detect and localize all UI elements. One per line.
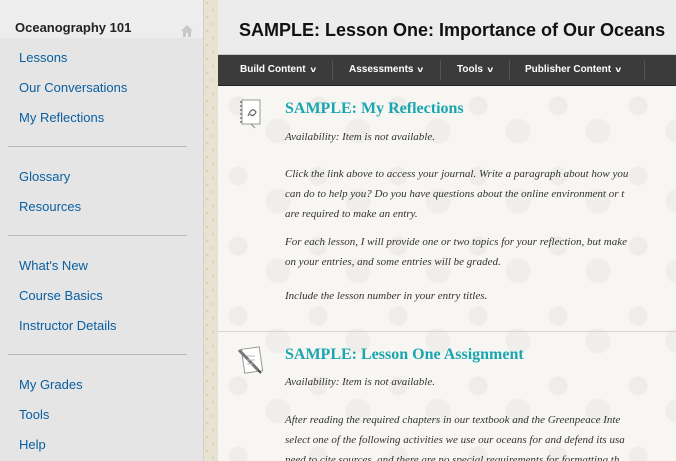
- course-menu: Oceanography 101 Lessons Our Conversatio…: [0, 0, 204, 461]
- tools-label: Tools: [457, 64, 483, 75]
- chevron-down-icon: v: [309, 65, 316, 74]
- item-description-line: For each lesson, I will provide one or t…: [285, 236, 627, 248]
- assignment-icon: [237, 346, 264, 374]
- page-header: SAMPLE: Lesson One: Importance of Our Oc…: [218, 0, 676, 55]
- sidebar-item-help[interactable]: Help: [19, 437, 46, 452]
- item-description-line: select one of the following activities w…: [285, 434, 625, 446]
- publisher-content-button[interactable]: Publisher Content v: [525, 55, 621, 85]
- build-content-label: Build Content: [240, 64, 306, 75]
- home-icon[interactable]: [180, 24, 194, 38]
- action-bar: Build Content v Assessments v Tools v Publi…: [218, 55, 676, 86]
- item-description-line: need to cite sources, and there are no s…: [285, 454, 620, 461]
- toolbar-separator: [332, 60, 333, 80]
- journal-icon: [240, 99, 261, 129]
- availability-text: Availability: Item is not available.: [285, 376, 435, 388]
- course-header: Oceanography 101: [0, 0, 203, 38]
- content-area: SAMPLE: My Reflections Availability: Ite…: [218, 86, 676, 461]
- sidebar-item-resources[interactable]: Resources: [19, 199, 81, 214]
- toolbar-separator: [644, 60, 645, 80]
- sidebar-item-tools[interactable]: Tools: [19, 407, 49, 422]
- sidebar-item-my-grades[interactable]: My Grades: [19, 377, 83, 392]
- toolbar-separator: [440, 60, 441, 80]
- item-description-line: on your entries, and some entries will b…: [285, 256, 501, 268]
- chevron-down-icon: v: [487, 65, 494, 74]
- publisher-content-label: Publisher Content: [525, 64, 612, 75]
- nav-divider: [8, 235, 187, 236]
- tools-button[interactable]: Tools v: [457, 55, 494, 85]
- sidebar-item-instructor-details[interactable]: Instructor Details: [19, 318, 117, 333]
- chevron-down-icon: v: [615, 65, 622, 74]
- item-description-line: Click the link above to access your jour…: [285, 168, 629, 180]
- assessments-button[interactable]: Assessments v: [349, 55, 424, 85]
- sidebar-item-glossary[interactable]: Glossary: [19, 169, 70, 184]
- availability-text: Availability: Item is not available.: [285, 131, 435, 143]
- nav-divider: [8, 354, 187, 355]
- assessments-label: Assessments: [349, 64, 414, 75]
- item-description-line: After reading the required chapters in o…: [285, 414, 621, 426]
- sidebar-item-course-basics[interactable]: Course Basics: [19, 288, 103, 303]
- item-divider: [218, 331, 676, 332]
- nav-divider: [8, 146, 187, 147]
- item-description-line: are required to make an entry.: [285, 208, 418, 220]
- page-title: SAMPLE: Lesson One: Importance of Our Oc…: [239, 20, 666, 40]
- sidebar-item-our-conversations[interactable]: Our Conversations: [19, 80, 127, 95]
- item-description-line: can do to help you? Do you have question…: [285, 188, 625, 200]
- chevron-down-icon: v: [417, 65, 424, 74]
- sidebar-item-lessons[interactable]: Lessons: [19, 50, 67, 65]
- sidebar-item-my-reflections[interactable]: My Reflections: [19, 110, 104, 125]
- course-title[interactable]: Oceanography 101: [15, 20, 131, 35]
- my-reflections-link[interactable]: SAMPLE: My Reflections: [285, 100, 464, 118]
- toolbar-separator: [509, 60, 510, 80]
- item-description-line: Include the lesson number in your entry …: [285, 290, 488, 302]
- build-content-button[interactable]: Build Content v: [240, 55, 316, 85]
- sidebar-item-whats-new[interactable]: What's New: [19, 258, 88, 273]
- lesson-one-assignment-link[interactable]: SAMPLE: Lesson One Assignment: [285, 346, 524, 364]
- decorative-strip: [204, 0, 218, 461]
